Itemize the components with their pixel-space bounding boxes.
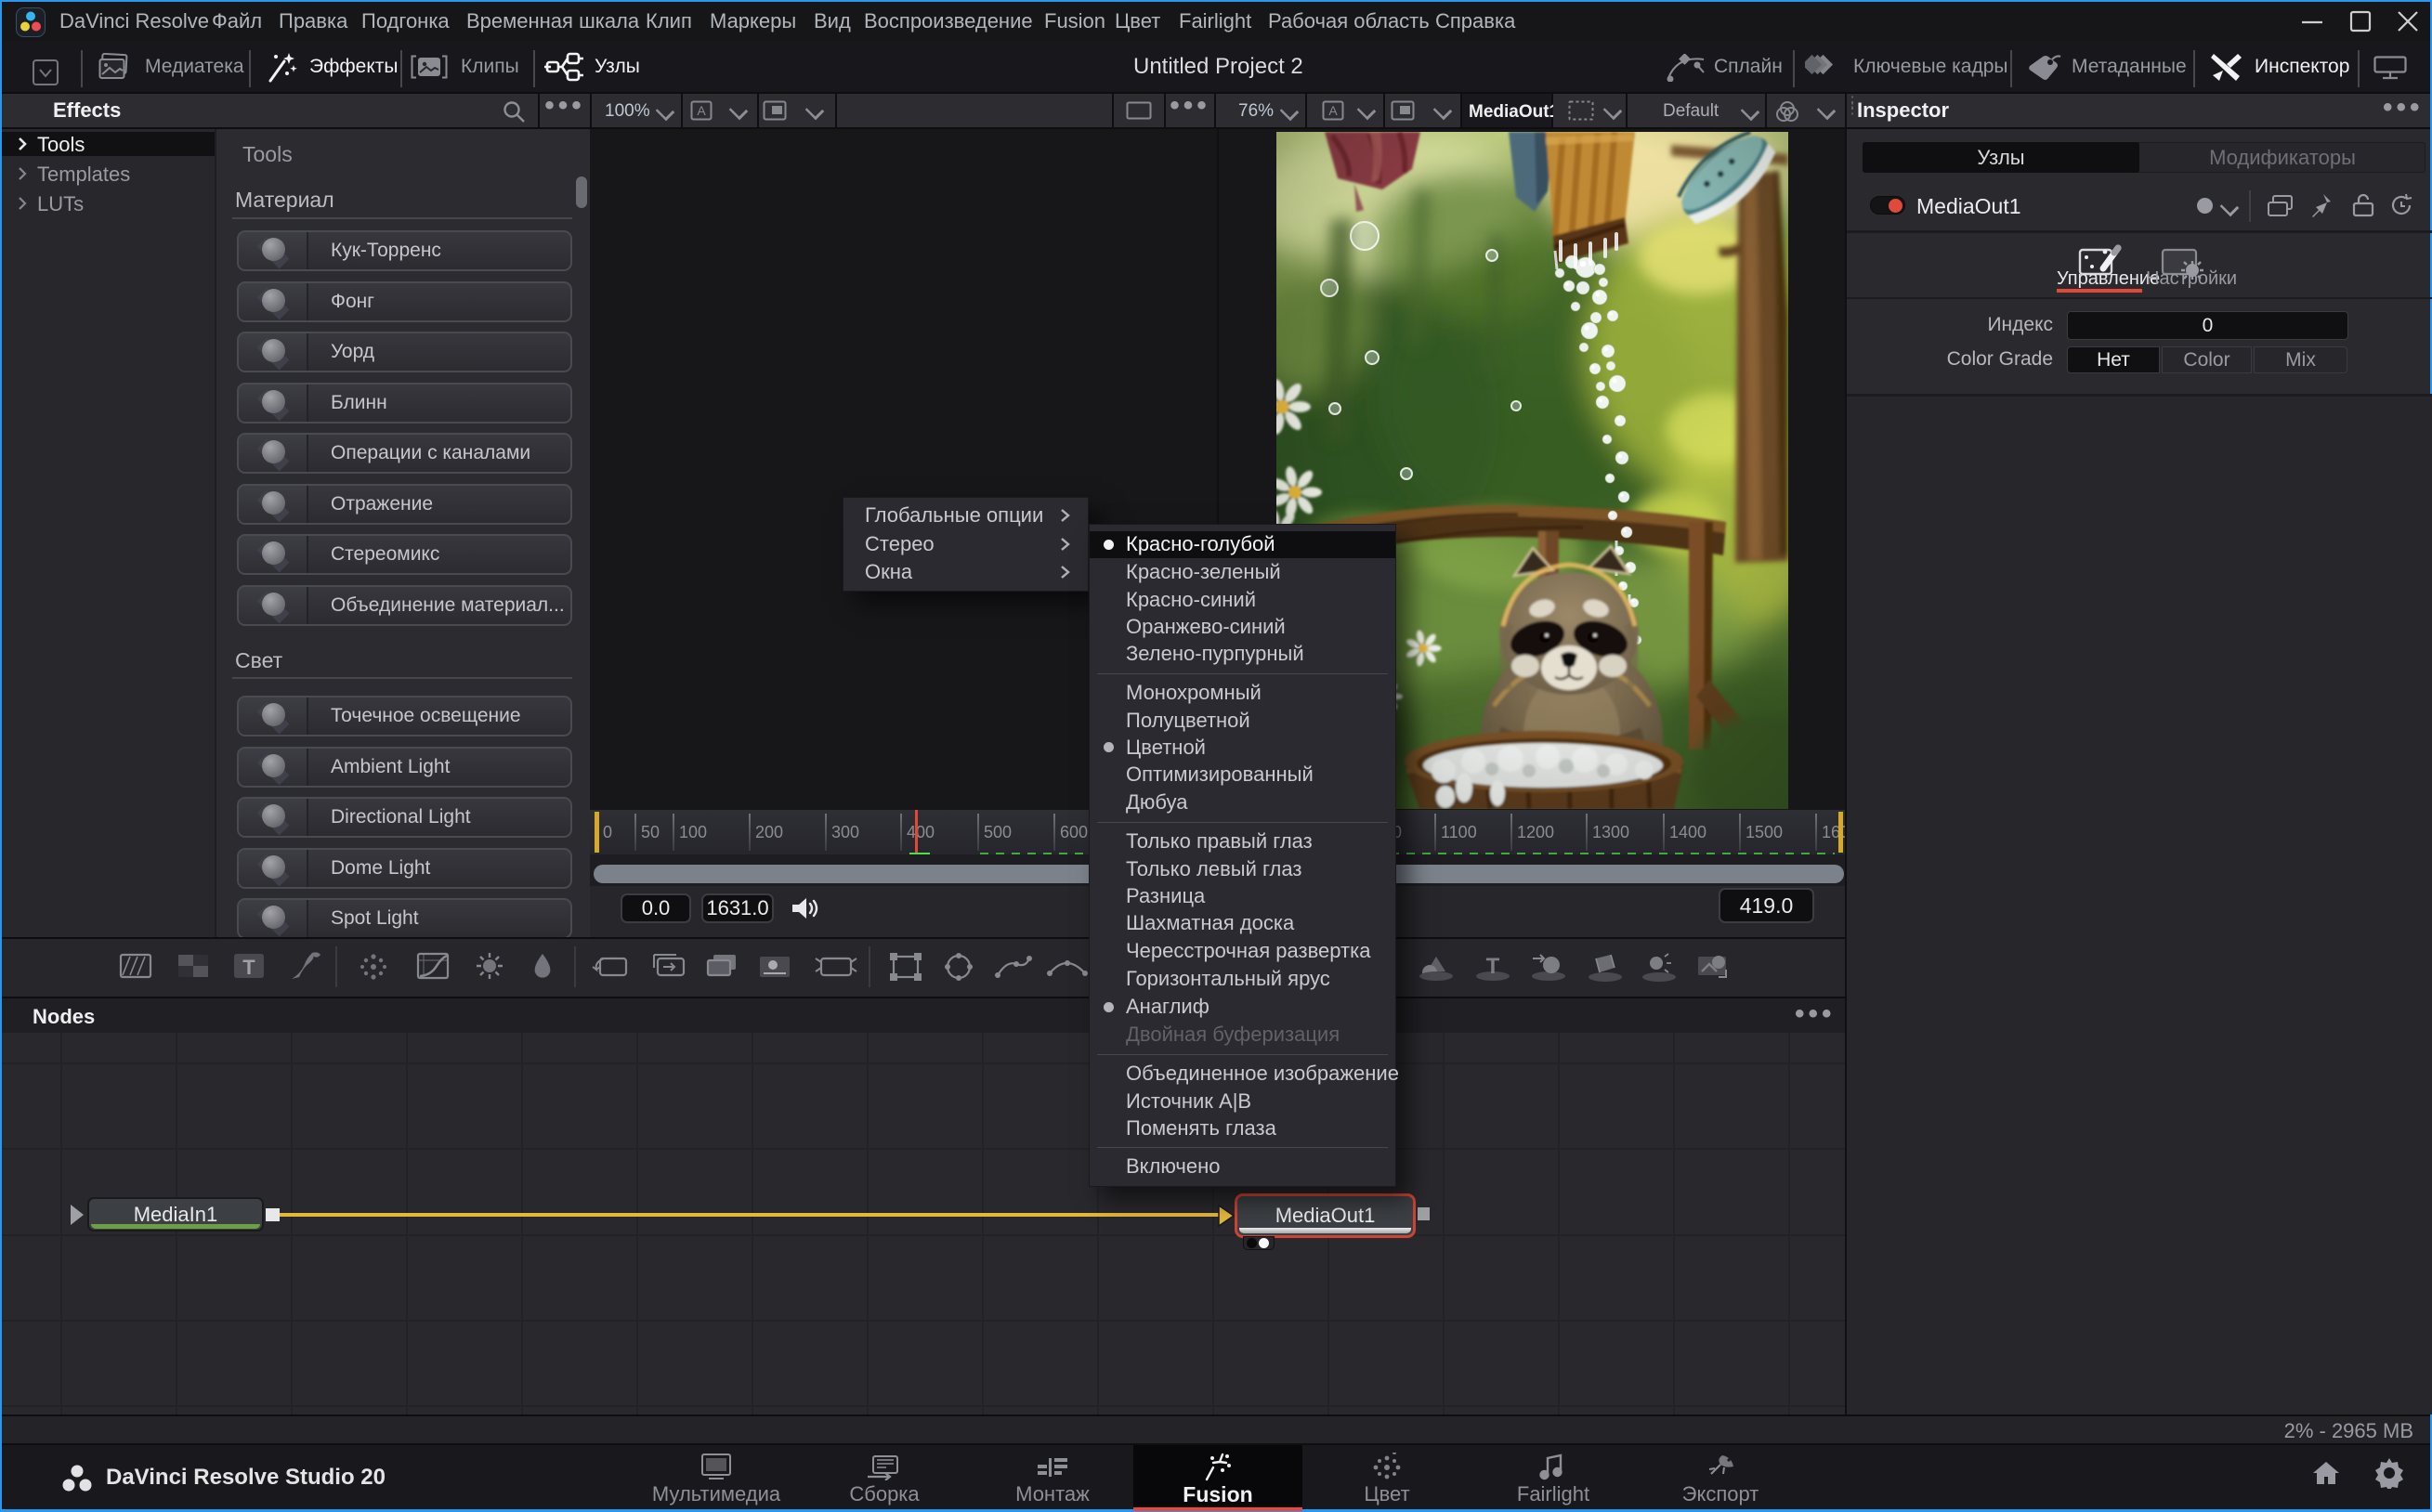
svg-text:T: T <box>242 956 255 979</box>
svg-text:A: A <box>697 103 706 118</box>
svg-text:A: A <box>1328 103 1338 118</box>
svg-text:T: T <box>1486 954 1500 979</box>
